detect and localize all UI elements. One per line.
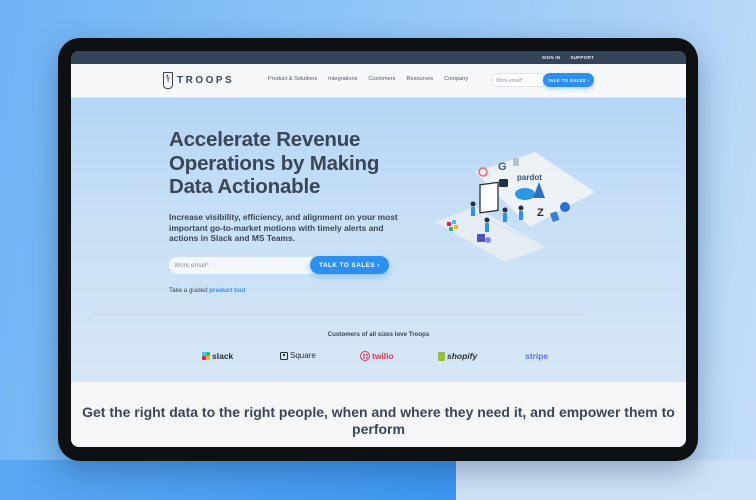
brand-name: TROOPS (177, 75, 235, 86)
customers-heading: Customers of all sizes love Troops (327, 331, 430, 338)
troops-shield-icon (163, 72, 173, 89)
asana-icon (560, 202, 570, 212)
background-panel (456, 460, 756, 500)
website-screen: SIGN IN SUPPORT TROOPS Product & Solutio… (71, 51, 686, 447)
pardot-icon: pardot (517, 173, 542, 182)
background-wedge (0, 460, 490, 500)
shopify-logo: shopify (438, 351, 477, 361)
twilio-logo: twilio (360, 351, 394, 361)
slack-mark-icon (202, 352, 210, 360)
nav-customers[interactable]: Customers (368, 76, 395, 82)
main-nav: TROOPS Product & Solutions Integrations … (71, 64, 686, 98)
nav-links: Product & Solutions Integrations Custome… (268, 76, 468, 82)
slack-logo: slack (202, 351, 233, 361)
nav-product-solutions[interactable]: Product & Solutions (268, 76, 317, 82)
product-tour-link[interactable]: product tour (209, 287, 246, 294)
hero-subhead: Increase visibility, efficiency, and ali… (169, 212, 398, 244)
device-screen (479, 181, 499, 214)
square-logo: Square (280, 351, 316, 360)
twilio-mark-icon (360, 351, 370, 361)
shopify-bag-icon (438, 351, 445, 361)
svg-text:Z: Z (537, 207, 544, 219)
nav-integrations[interactable]: Integrations (328, 76, 357, 82)
nav-company[interactable]: Company (444, 76, 468, 82)
customer-logos: slack Square twilio shopify stripe (71, 351, 686, 365)
tour-prefix: Take a guided (169, 287, 208, 294)
utility-bar: SIGN IN SUPPORT (71, 51, 686, 64)
hero-headline: Accelerate Revenue Operations by Making … (169, 128, 380, 198)
nav-email-input[interactable]: Work email* (491, 73, 547, 87)
salesforce-icon (515, 188, 535, 200)
svg-text:G: G (498, 161, 507, 173)
nav-resources[interactable]: Resources (406, 76, 433, 82)
stripe-logo: stripe (525, 351, 549, 361)
product-tour-line: Take a guided product tour (169, 287, 246, 294)
value-prop-section: Get the right data to the right people, … (71, 382, 686, 447)
zendesk-icon: Z (537, 207, 544, 219)
tablet-frame: SIGN IN SUPPORT TROOPS Product & Solutio… (58, 38, 698, 461)
value-prop-headline: Get the right data to the right people, … (82, 404, 675, 437)
brand-logo[interactable]: TROOPS (163, 72, 234, 89)
gmail-icon: G (498, 161, 507, 173)
square-mark-icon (280, 351, 288, 360)
section-divider (91, 314, 586, 315)
dynamics-icon (499, 179, 508, 187)
integrations-illustration: G pardot Z (435, 152, 595, 262)
sign-in-link[interactable]: SIGN IN (542, 55, 561, 60)
hero-talk-to-sales-button[interactable]: TALK TO SALES › (310, 256, 389, 274)
hero-section: Accelerate Revenue Operations by Making … (71, 98, 686, 382)
support-link[interactable]: SUPPORT (570, 55, 594, 60)
svg-text:pardot: pardot (517, 173, 542, 182)
nav-talk-to-sales-button[interactable]: TALK TO SALES › (543, 73, 594, 87)
hero-email-input[interactable]: Work email* (169, 257, 319, 274)
outreach-icon (513, 158, 519, 166)
